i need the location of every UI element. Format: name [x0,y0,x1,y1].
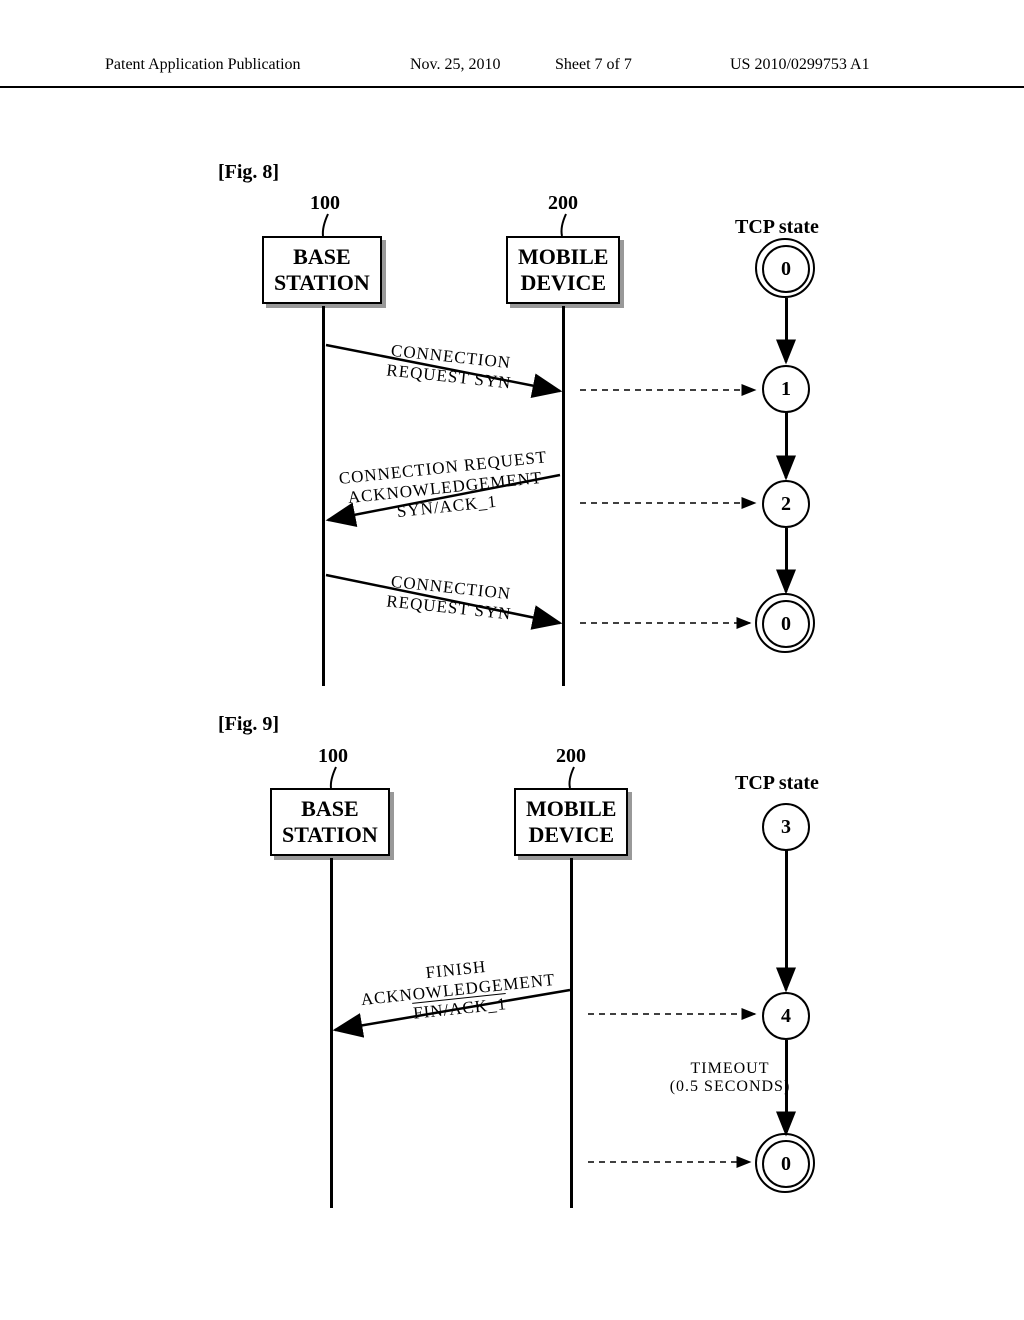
header-pubno: US 2010/0299753 A1 [730,56,870,74]
fig9-base-l1: BASE [282,796,378,822]
fig8-base-station-box: BASE STATION [262,236,382,304]
header-date: Nov. 25, 2010 [410,56,501,74]
header-publication: Patent Application Publication [105,56,301,74]
arrows-overlay [0,0,1024,1320]
fig9-mobile-num: 200 [556,745,586,768]
fig8-msg2: CONNECTION REQUEST ACKNOWLEDGEMENT SYN/A… [318,445,573,529]
fig8-mobile-device-box: MOBILE DEVICE [506,236,620,304]
fig9-mobile-device-box: MOBILE DEVICE [514,788,628,856]
fig8-mobile-num: 200 [548,192,578,215]
fig8-base-l1: BASE [274,244,370,270]
fig9-mobile-l2: DEVICE [526,822,616,848]
fig8-state-0-start: 0 [762,245,810,293]
fig8-mobile-l1: MOBILE [518,244,608,270]
page-header: Patent Application Publication Nov. 25, … [0,82,1024,88]
fig9-state-edge-34 [785,850,788,986]
fig8-base-l2: STATION [274,270,370,296]
fig9-mobile-l1: MOBILE [526,796,616,822]
fig9-label: [Fig. 9] [218,713,279,736]
fig9-state-0: 0 [762,1140,810,1188]
fig8-state-edge-20 [785,528,788,590]
fig8-state-1: 1 [762,365,810,413]
fig9-state-4: 4 [762,992,810,1040]
fig8-msg3: CONNECTION REQUEST SYN [344,567,557,628]
fig9-base-lifeline [330,858,333,1208]
fig9-state-3: 3 [762,803,810,851]
fig8-mobile-l2: DEVICE [518,270,608,296]
fig8-base-num: 100 [310,192,340,215]
fig8-state-2: 2 [762,480,810,528]
fig9-msg1: FINISH ACKNOWLEDGEMENT FIN/ACK_1 [341,948,576,1030]
fig8-state-edge-01 [785,298,788,358]
fig8-msg1: CONNECTION REQUEST SYN [344,336,557,397]
fig9-base-station-box: BASE STATION [270,788,390,856]
fig8-tcp-state-label: TCP state [735,216,819,239]
header-sheet: Sheet 7 of 7 [555,56,632,74]
fig9-base-num: 100 [318,745,348,768]
fig8-state-edge-12 [785,412,788,474]
fig8-state-0-end: 0 [762,600,810,648]
fig9-base-l2: STATION [282,822,378,848]
fig9-timeout: TIMEOUT (0.5 SECONDS) [650,1060,810,1097]
fig9-tcp-state-label: TCP state [735,772,819,795]
fig9-mobile-lifeline [570,858,573,1208]
fig8-label: [Fig. 8] [218,161,279,184]
